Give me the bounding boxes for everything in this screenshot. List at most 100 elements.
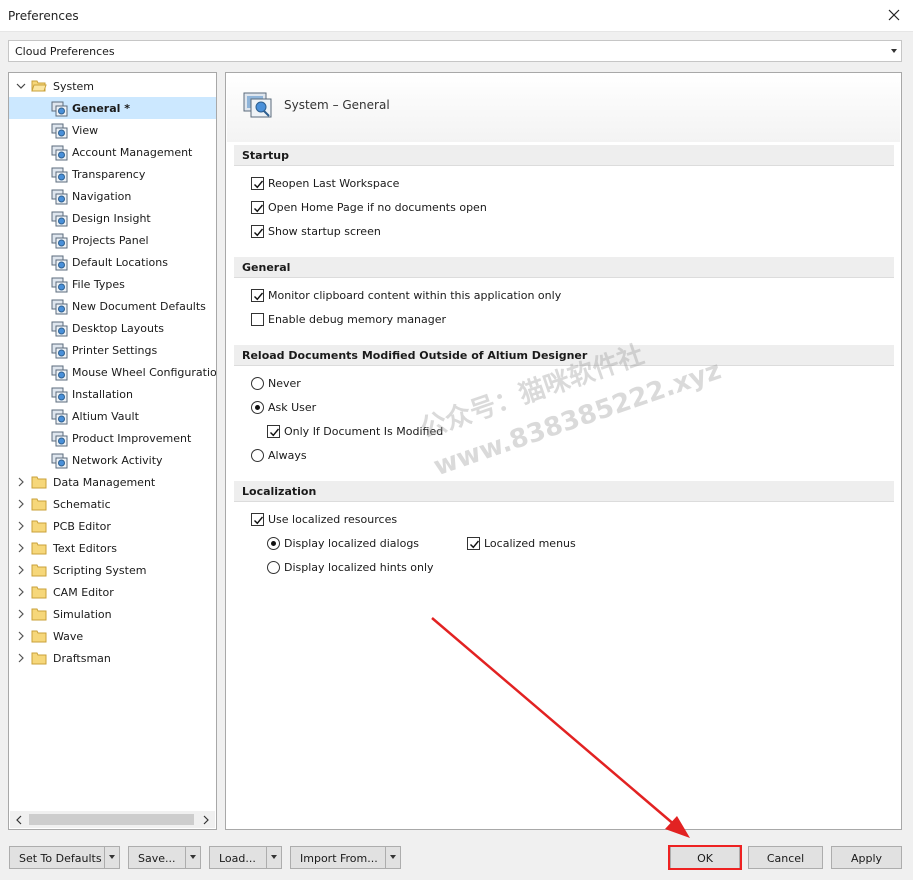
tree-node-wave[interactable]: Wave [9,625,216,647]
tree-node-network-activity[interactable]: Network Activity [9,449,216,471]
settings-page-icon [51,277,68,293]
section-title: Startup [242,149,289,162]
tree-node-projects-panel[interactable]: Projects Panel [9,229,216,251]
radio-button[interactable] [251,449,264,462]
apply-button[interactable]: Apply [831,846,902,869]
folder-icon [31,564,47,577]
settings-page-icon [51,453,68,469]
tree-node-label: Altium Vault [72,410,139,423]
settings-page-icon [51,299,68,315]
tree-node-installation[interactable]: Installation [9,383,216,405]
tree-node-scripting-system[interactable]: Scripting System [9,559,216,581]
chevron-right-icon[interactable] [16,477,26,487]
tree-node-label: Design Insight [72,212,151,225]
tree-node-account-management[interactable]: Account Management [9,141,216,163]
tree-node-product-improvement[interactable]: Product Improvement [9,427,216,449]
chevron-right-icon[interactable] [16,543,26,553]
tree-node-navigation[interactable]: Navigation [9,185,216,207]
tree-node-label: Navigation [72,190,132,203]
section-title: General [242,261,291,274]
tree-node-label: CAM Editor [53,586,114,599]
settings-page-icon [51,343,68,359]
save-button[interactable]: Save... [128,846,201,869]
chevron-down-icon[interactable] [271,855,277,859]
tree-node-printer-settings[interactable]: Printer Settings [9,339,216,361]
button-label: Cancel [766,852,805,865]
tree-node-mouse-wheel-configuration[interactable]: Mouse Wheel Configuration [9,361,216,383]
option-label: Always [268,449,307,462]
option-label: Open Home Page if no documents open [268,201,487,214]
tree-node-default-locations[interactable]: Default Locations [9,251,216,273]
tree-node-label: Transparency [72,168,146,181]
radio-button[interactable] [267,561,280,574]
load-button[interactable]: Load... [209,846,282,869]
tree-node-label: Wave [53,630,84,643]
checkbox[interactable] [251,289,264,302]
chevron-right-icon[interactable] [16,631,26,641]
tree-node-draftsman[interactable]: Draftsman [9,647,216,669]
chevron-down-icon[interactable] [390,855,396,859]
tree-node-label: Text Editors [53,542,118,555]
tree-node-label: Draftsman [53,652,111,665]
settings-page-icon [51,233,68,249]
tree-node-pcb-editor[interactable]: PCB Editor [9,515,216,537]
chevron-right-icon[interactable] [16,653,26,663]
tree-node-label: Product Improvement [72,432,192,445]
button-label: Set To Defaults [19,852,102,865]
settings-page-icon [51,101,68,117]
settings-page-icon [51,145,68,161]
checkbox[interactable] [251,201,264,214]
chevron-left-icon[interactable] [15,815,23,825]
tree-node-text-editors[interactable]: Text Editors [9,537,216,559]
tree-node-system[interactable]: System [9,75,216,97]
radio-button[interactable] [251,377,264,390]
checkbox[interactable] [251,225,264,238]
tree-node-view[interactable]: View [9,119,216,141]
settings-page-icon [51,255,68,271]
tree-node-schematic[interactable]: Schematic [9,493,216,515]
checkbox[interactable] [251,313,264,326]
chevron-right-icon[interactable] [16,609,26,619]
chevron-down-icon[interactable] [16,81,26,91]
checkbox[interactable] [251,513,264,526]
tree-node-new-document-defaults[interactable]: New Document Defaults [9,295,216,317]
settings-page-icon [51,387,68,403]
tree-node-data-management[interactable]: Data Management [9,471,216,493]
button-label: Import From... [300,852,378,865]
chevron-right-icon[interactable] [202,815,210,825]
tree-node-general[interactable]: General * [9,97,216,119]
chevron-right-icon[interactable] [16,565,26,575]
chevron-down-icon[interactable] [109,855,115,859]
tree-node-cam-editor[interactable]: CAM Editor [9,581,216,603]
tree-horizontal-scrollbar[interactable] [10,811,215,828]
tree-node-desktop-layouts[interactable]: Desktop Layouts [9,317,216,339]
chevron-down-icon[interactable] [190,855,196,859]
settings-page-icon [51,321,68,337]
tree-node-simulation[interactable]: Simulation [9,603,216,625]
close-icon[interactable] [883,4,905,26]
checkbox[interactable] [267,425,280,438]
checkbox[interactable] [467,537,480,550]
tree-node-altium-vault[interactable]: Altium Vault [9,405,216,427]
folder-icon [31,498,47,511]
folder-icon [31,630,47,643]
preferences-tree[interactable]: System General * View Account Management Tr… [8,72,217,830]
profile-selected-value: Cloud Preferences [15,45,115,58]
tree-node-file-types[interactable]: File Types [9,273,216,295]
set-to-defaults-button[interactable]: Set To Defaults [9,846,120,869]
tree-node-transparency[interactable]: Transparency [9,163,216,185]
section-startup: Startup [234,145,894,166]
preferences-profile-dropdown[interactable]: Cloud Preferences [8,40,902,62]
button-label: Load... [219,852,256,865]
cancel-button[interactable]: Cancel [748,846,823,869]
chevron-right-icon[interactable] [16,587,26,597]
scrollbar-thumb[interactable] [29,814,194,825]
tree-node-label: Data Management [53,476,156,489]
radio-button[interactable] [267,537,280,550]
chevron-right-icon[interactable] [16,499,26,509]
import-from-button[interactable]: Import From... [290,846,401,869]
chevron-right-icon[interactable] [16,521,26,531]
radio-button[interactable] [251,401,264,414]
tree-node-design-insight[interactable]: Design Insight [9,207,216,229]
checkbox[interactable] [251,177,264,190]
